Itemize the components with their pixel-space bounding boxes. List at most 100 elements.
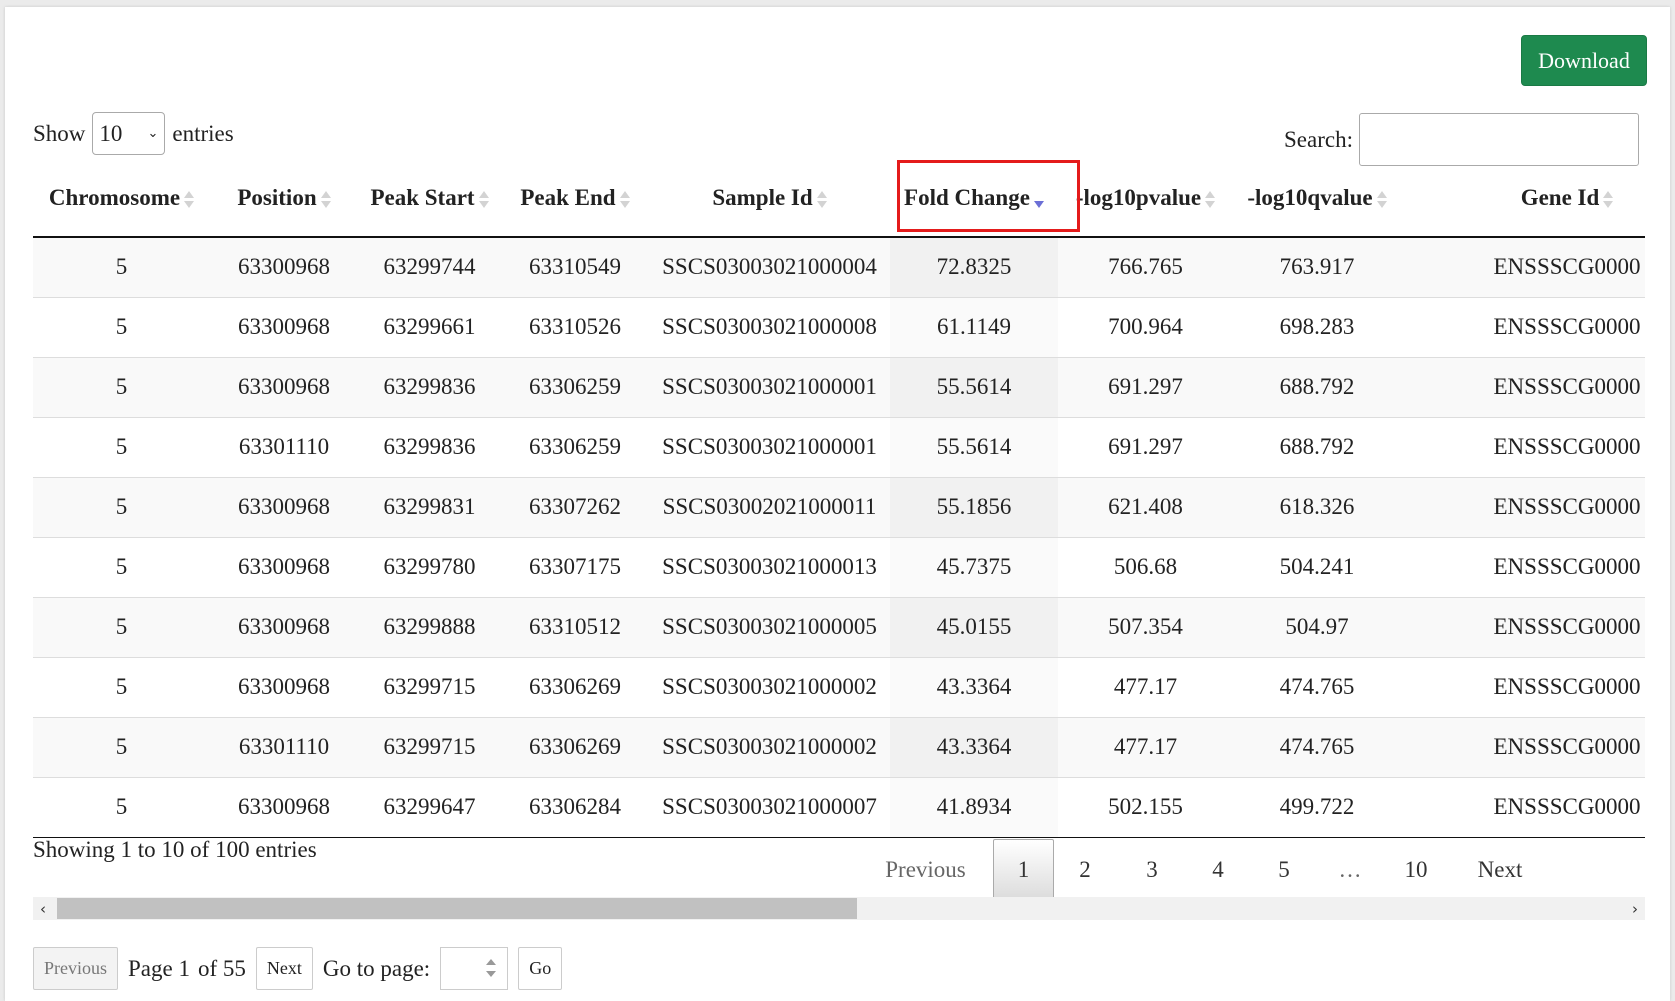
column-header-label: -log10qvalue xyxy=(1247,185,1373,210)
table-cell: 499.722 xyxy=(1233,776,1401,838)
pagination-next[interactable]: Next xyxy=(1465,839,1535,900)
column-header-log10qvalue[interactable]: -log10qvalue xyxy=(1233,160,1401,238)
table-panel: Download Show 10 ⌄ entries Search: Chrom… xyxy=(5,7,1670,1001)
table-cell: 63307262 xyxy=(501,476,649,537)
table-cell: 5 xyxy=(33,476,210,537)
column-header-sample-id[interactable]: Sample Id xyxy=(649,160,890,238)
horizontal-scrollbar[interactable]: ‹ › xyxy=(33,897,1645,920)
table-cell: ENSSSCG0000 xyxy=(1401,356,1645,417)
search-input[interactable] xyxy=(1358,113,1639,166)
table-row[interactable]: 5 63300968 63299831 63307262 SSCS03002021000… xyxy=(33,476,1645,537)
scroll-right-icon[interactable]: › xyxy=(1625,897,1645,920)
table-cell: 63300968 xyxy=(210,476,358,537)
table-cell: 618.326 xyxy=(1233,476,1401,537)
column-header-label: Gene Id xyxy=(1520,185,1600,210)
pagination-page-10[interactable]: 10 xyxy=(1391,839,1441,900)
table-cell: 63299661 xyxy=(358,296,501,357)
page-total: of 55 xyxy=(197,955,246,981)
search-label: Search: xyxy=(1284,126,1353,152)
pagination-page-2[interactable]: 2 xyxy=(1060,839,1110,900)
table-cell: SSCS03003021000001 xyxy=(649,416,890,477)
table-cell: 5 xyxy=(33,716,210,777)
column-header-gene-id[interactable]: Gene Id xyxy=(1401,160,1645,238)
table-row[interactable]: 5 63300968 63299715 63306269 SSCS03003021000… xyxy=(33,656,1645,717)
table-cell: 5 xyxy=(33,656,210,717)
sort-icon xyxy=(619,189,630,211)
pagination-ellipsis: … xyxy=(1338,856,1362,882)
table-cell: ENSSSCG0000 xyxy=(1401,596,1645,657)
table-cell: 63299647 xyxy=(358,776,501,838)
table-cell: 63306269 xyxy=(501,716,649,777)
column-header-label: Position xyxy=(237,185,317,210)
table-cell: SSCS03002021000011 xyxy=(649,476,890,537)
scroll-left-icon[interactable]: ‹ xyxy=(33,897,53,920)
table-cell: 621.408 xyxy=(1058,476,1233,537)
goto-page-input[interactable] xyxy=(440,947,509,990)
entries-label: entries xyxy=(172,120,234,146)
table-row[interactable]: 5 63300968 63299888 63310512 SSCS03003021000… xyxy=(33,596,1645,657)
table-cell: 63310512 xyxy=(501,596,649,657)
table-cell: ENSSSCG0000 xyxy=(1401,476,1645,537)
pagination-page-4[interactable]: 4 xyxy=(1193,839,1243,900)
table-cell: ENSSSCG0000 xyxy=(1401,416,1645,477)
table-cell: 63299836 xyxy=(358,416,501,477)
table-row[interactable]: 5 63301110 63299836 63306259 SSCS03003021000… xyxy=(33,416,1645,477)
download-button[interactable]: Download xyxy=(1521,35,1647,86)
table-cell: 5 xyxy=(33,236,210,297)
table-header-row: Chromosome Position Peak Start Peak End Samp… xyxy=(33,160,1645,238)
pagination-page-3[interactable]: 3 xyxy=(1127,839,1177,900)
chevron-down-icon: ⌄ xyxy=(147,126,159,141)
column-header-log10pvalue[interactable]: -log10pvalue xyxy=(1058,160,1233,238)
go-button[interactable]: Go xyxy=(518,947,563,990)
spinner-icon[interactable] xyxy=(485,957,497,981)
table-cell: 63306259 xyxy=(501,416,649,477)
sort-icon xyxy=(1376,189,1387,211)
table-cell: 504.97 xyxy=(1233,596,1401,657)
entries-select-value: 10 xyxy=(99,120,123,146)
column-header-chromosome[interactable]: Chromosome xyxy=(33,160,210,238)
scrollbar-thumb[interactable] xyxy=(57,898,857,919)
column-header-position[interactable]: Position xyxy=(210,160,358,238)
pagination-page-5[interactable]: 5 xyxy=(1259,839,1309,900)
column-header-peak-start[interactable]: Peak Start xyxy=(358,160,501,238)
table-cell: 477.17 xyxy=(1058,656,1233,717)
length-menu: Show 10 ⌄ entries xyxy=(33,112,234,155)
pagination-previous[interactable]: Previous xyxy=(883,839,968,900)
sort-desc-icon xyxy=(1033,189,1044,211)
table-cell: 698.283 xyxy=(1233,296,1401,357)
table-cell: 700.964 xyxy=(1058,296,1233,357)
page-navigator: Previous Page 1 of 55 Next Go to page: G… xyxy=(33,947,563,990)
table-cell: ENSSSCG0000 xyxy=(1401,536,1645,597)
table-cell: 477.17 xyxy=(1058,716,1233,777)
column-header-fold-change[interactable]: Fold Change xyxy=(890,160,1058,238)
table-row[interactable]: 5 63300968 63299780 63307175 SSCS03003021000… xyxy=(33,536,1645,597)
entries-select[interactable]: 10 ⌄ xyxy=(92,112,166,155)
table-cell: 41.8934 xyxy=(890,776,1058,838)
table-viewport: Chromosome Position Peak Start Peak End Samp… xyxy=(33,160,1645,840)
table-cell: 63307175 xyxy=(501,536,649,597)
table-row[interactable]: 5 63300968 63299836 63306259 SSCS03003021000… xyxy=(33,356,1645,417)
table-cell: ENSSSCG0000 xyxy=(1401,236,1645,297)
table-cell: 63301110 xyxy=(210,416,358,477)
table-cell: SSCS03003021000007 xyxy=(649,776,890,838)
pagination-page-1[interactable]: 1 xyxy=(993,839,1054,900)
bottom-previous-button[interactable]: Previous xyxy=(33,947,118,990)
column-header-peak-end[interactable]: Peak End xyxy=(501,160,649,238)
table-cell: SSCS03003021000004 xyxy=(649,236,890,297)
table-row[interactable]: 5 63300968 63299744 63310549 SSCS03003021000… xyxy=(33,236,1645,297)
results-table: Chromosome Position Peak Start Peak End Samp… xyxy=(33,160,1645,838)
table-cell: 63299715 xyxy=(358,716,501,777)
bottom-next-button[interactable]: Next xyxy=(255,947,313,990)
table-cell: 5 xyxy=(33,296,210,357)
table-cell: 63300968 xyxy=(210,596,358,657)
table-row[interactable]: 5 63300968 63299661 63310526 SSCS03003021000… xyxy=(33,296,1645,357)
table-row[interactable]: 5 63300968 63299647 63306284 SSCS03003021000… xyxy=(33,776,1645,838)
table-row[interactable]: 5 63301110 63299715 63306269 SSCS03003021000… xyxy=(33,716,1645,777)
table-cell: SSCS03003021000005 xyxy=(649,596,890,657)
table-cell: 63300968 xyxy=(210,356,358,417)
table-cell: 45.7375 xyxy=(890,536,1058,597)
table-cell: 63306269 xyxy=(501,656,649,717)
column-header-label: Chromosome xyxy=(48,185,181,210)
table-cell: 55.1856 xyxy=(890,476,1058,537)
column-header-label: Peak Start xyxy=(370,185,475,210)
